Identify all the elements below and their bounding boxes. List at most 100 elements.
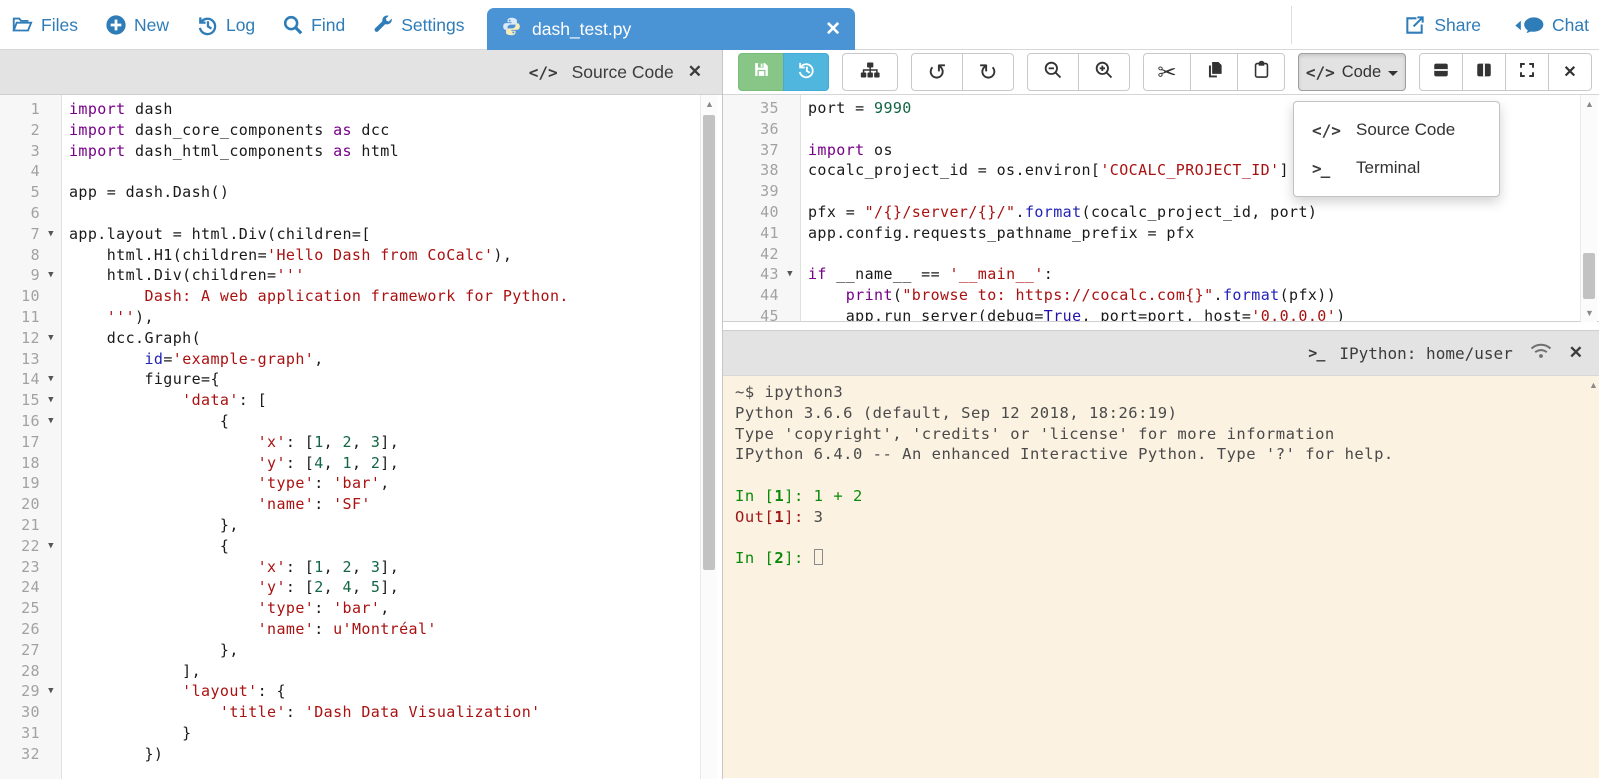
split-tree-button[interactable] [842,53,898,91]
split-vertical-button[interactable] [1462,53,1506,91]
line-number: 30 [21,703,40,722]
code-line[interactable]: 40 pfx = "/{}/server/{}/".format(cocalc_p… [723,202,1599,223]
paste-button[interactable] [1237,53,1285,91]
code-line[interactable]: 26 'name': u'Montréal' [0,619,722,640]
right-editor-scrollbar[interactable]: ▲ ▼ [1580,95,1597,322]
code-text: id='example-graph', [144,349,324,368]
line-gutter: 4 [0,161,62,182]
zoom-out-button[interactable] [1027,53,1079,91]
undo-button[interactable]: ↺ [911,53,963,91]
code-line[interactable]: 18 'y': [4, 1, 2], [0,453,722,474]
line-gutter: 6 [0,203,62,224]
code-line[interactable]: 3 import dash_html_components as html [0,141,722,162]
new-label: New [133,14,169,35]
settings-button[interactable]: Settings [372,14,464,36]
chat-button[interactable]: Chat [1513,14,1589,37]
code-line[interactable]: 12 ▼ dcc.Graph( [0,328,722,349]
fullscreen-button[interactable] [1505,53,1549,91]
code-line[interactable]: 4 [0,161,722,182]
left-editor-scrollbar[interactable]: ▲ [700,95,717,779]
code-line[interactable]: 2 import dash_core_components as dcc [0,120,722,141]
fold-arrow-icon [40,577,62,598]
scrollbar-thumb[interactable] [703,115,715,570]
line-gutter: 43 ▼ [723,264,801,285]
code-line[interactable]: 6 [0,203,722,224]
code-text: 'y': [4, 1, 2], [257,453,400,472]
close-frame-button[interactable]: ✕ [1548,53,1592,91]
code-line[interactable]: 7 ▼ app.layout = html.Div(children=[ [0,224,722,245]
code-line[interactable]: 29 ▼ 'layout': { [0,681,722,702]
terminal[interactable]: ▲ ~$ ipython3 Python 3.6.6 (default, Sep … [723,376,1599,778]
zoom-in-button[interactable] [1078,53,1130,91]
find-button[interactable]: Find [282,14,345,36]
scroll-down-icon[interactable]: ▼ [1581,306,1598,320]
code-line[interactable]: 44 print("browse to: https://cocalc.com{… [723,285,1599,306]
fold-arrow-icon[interactable]: ▼ [40,681,62,702]
code-line[interactable]: 15 ▼ 'data': [ [0,390,722,411]
menu-item-source-code[interactable]: </> Source Code [1294,111,1499,149]
timetravel-button[interactable] [783,53,829,91]
fold-arrow-icon[interactable]: ▼ [40,224,62,245]
code-line[interactable]: 43 ▼ if __name__ == '__main__': [723,264,1599,285]
fold-arrow-icon[interactable]: ▼ [40,536,62,557]
tab-dash-test-py[interactable]: dash_test.py ✕ [487,8,855,50]
code-line[interactable]: 10 Dash: A web application framework for… [0,286,722,307]
code-line[interactable]: 22 ▼ { [0,536,722,557]
scroll-up-icon[interactable]: ▲ [1581,97,1598,111]
code-line[interactable]: 17 'x': [1, 2, 3], [0,432,722,453]
code-dropdown-button[interactable]: </> Code [1298,53,1406,91]
code-line[interactable]: 24 'y': [2, 4, 5], [0,577,722,598]
fold-arrow-icon[interactable]: ▼ [40,265,62,286]
code-line[interactable]: 8 html.H1(children='Hello Dash from CoCa… [0,245,722,266]
fold-arrow-icon[interactable]: ▼ [40,369,62,390]
source-editor-left[interactable]: 1 import dash 2 import dash_core_components… [0,95,722,779]
log-button[interactable]: Log [196,14,255,37]
terminal-close-icon[interactable]: ✕ [1569,343,1583,363]
code-line[interactable]: 9 ▼ html.Div(children=''' [0,265,722,286]
copy-button[interactable] [1190,53,1238,91]
code-line[interactable]: 21 }, [0,515,722,536]
code-line[interactable]: 32 }) [0,744,722,765]
new-button[interactable]: New [105,14,169,36]
code-line[interactable]: 45 app.run_server(debug=True, port=port,… [723,306,1599,322]
code-line[interactable]: 11 '''), [0,307,722,328]
code-line[interactable]: 1 import dash [0,99,722,120]
menu-item-terminal[interactable]: >_ Terminal [1294,149,1499,187]
code-line[interactable]: 25 'type': 'bar', [0,598,722,619]
fold-arrow-icon[interactable]: ▼ [40,390,62,411]
code-line[interactable]: 5 app = dash.Dash() [0,182,722,203]
tab-close-icon[interactable]: ✕ [825,18,841,41]
zoom-in-icon [1094,60,1114,85]
scroll-up-icon[interactable]: ▲ [1585,378,1599,392]
fold-arrow-icon[interactable]: ▼ [40,411,62,432]
code-line[interactable]: 14 ▼ figure={ [0,369,722,390]
scroll-up-icon[interactable]: ▲ [701,97,718,111]
share-button[interactable]: Share [1403,14,1481,37]
code-line[interactable]: 13 id='example-graph', [0,349,722,370]
log-label: Log [225,14,256,35]
line-number: 45 [760,306,779,322]
code-line[interactable]: 30 'title': 'Dash Data Visualization' [0,702,722,723]
fold-arrow-icon[interactable]: ▼ [40,328,62,349]
code-line[interactable]: 19 'type': 'bar', [0,473,722,494]
save-button[interactable] [738,53,784,91]
line-gutter: 13 [0,349,62,370]
files-button[interactable]: Files [10,14,78,36]
code-line[interactable]: 23 'x': [1, 2, 3], [0,557,722,578]
code-line[interactable]: 28 ], [0,661,722,682]
scrollbar-thumb[interactable] [1583,253,1595,299]
redo-button[interactable]: ↻ [962,53,1014,91]
code-line[interactable]: 41 app.config.requests_pathname_prefix = … [723,223,1599,244]
code-line[interactable]: 16 ▼ { [0,411,722,432]
left-panel-close-icon[interactable]: ✕ [688,62,702,82]
split-horizontal-button[interactable] [1419,53,1463,91]
code-line[interactable]: 31 } [0,723,722,744]
code-line[interactable]: 20 'name': 'SF' [0,494,722,515]
redo-icon: ↻ [978,58,998,85]
fold-arrow-icon [40,203,62,224]
fold-arrow-icon[interactable]: ▼ [779,264,801,285]
code-line[interactable]: 27 }, [0,640,722,661]
terminal-scrollbar[interactable]: ▲ [1585,376,1599,778]
code-line[interactable]: 42 [723,244,1599,265]
cut-button[interactable]: ✂ [1143,53,1191,91]
